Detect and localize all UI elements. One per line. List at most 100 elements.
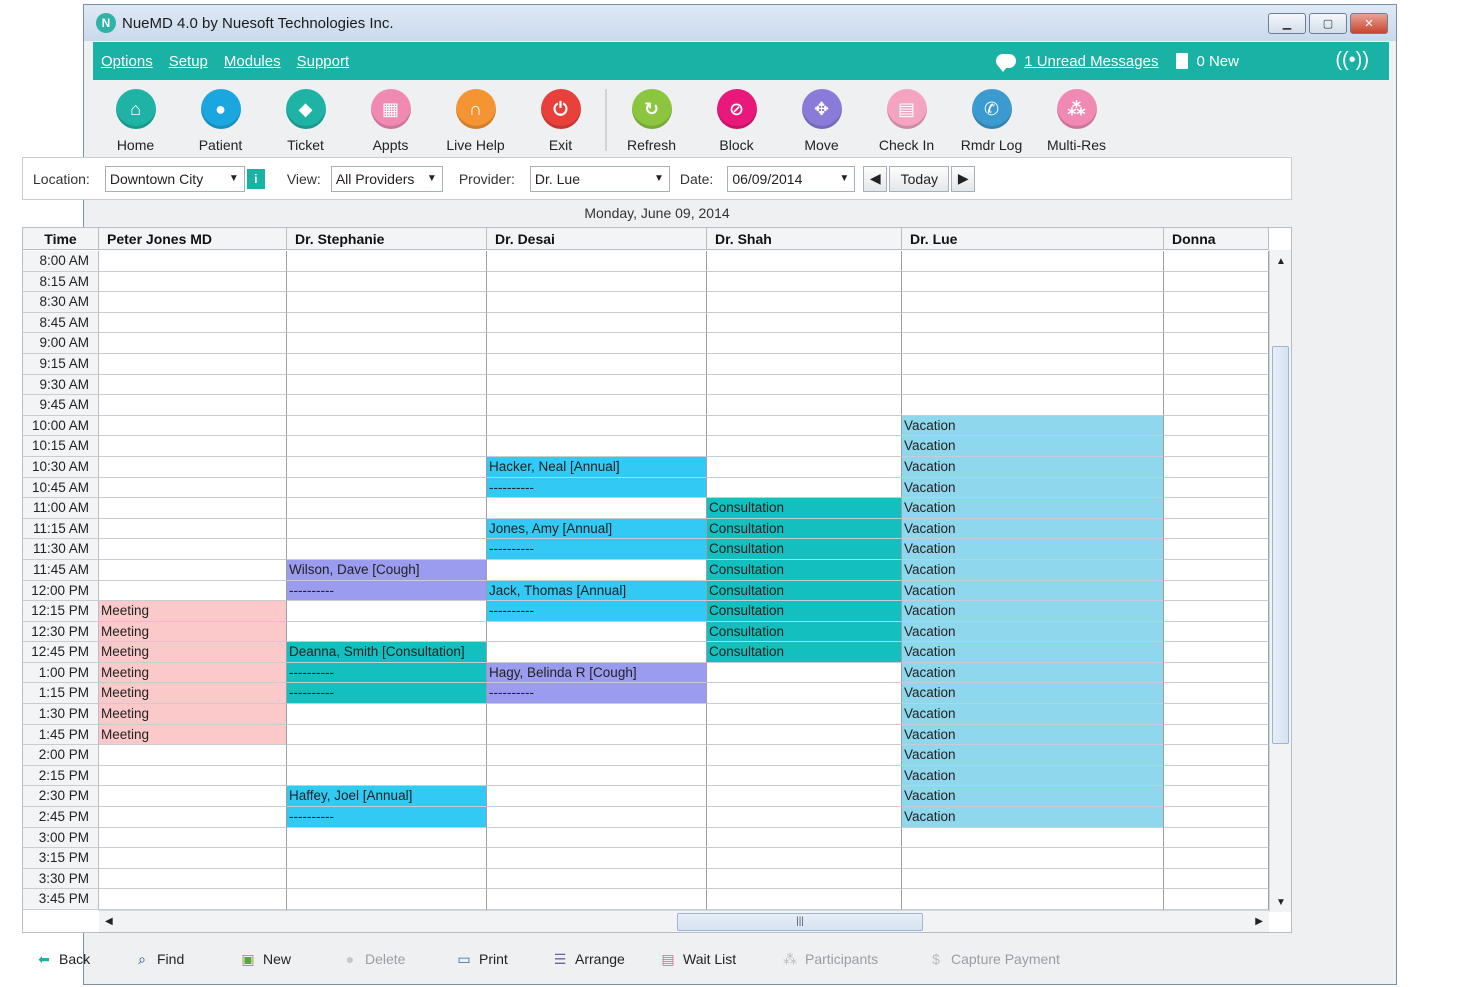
- toolbar-multi-res-button[interactable]: ⁂ Multi-Res: [1034, 81, 1119, 159]
- close-button[interactable]: ✕: [1350, 13, 1388, 34]
- empty-time-slot[interactable]: [287, 436, 487, 457]
- empty-time-slot[interactable]: [1164, 704, 1269, 725]
- new-button[interactable]: ▣ New: [240, 951, 342, 968]
- appointment-slot[interactable]: Hagy, Belinda R [Cough]: [487, 662, 707, 684]
- appointment-slot[interactable]: Meeting: [99, 683, 287, 705]
- empty-time-slot[interactable]: [902, 312, 1164, 334]
- empty-time-slot[interactable]: [487, 704, 707, 725]
- empty-time-slot[interactable]: [487, 621, 707, 643]
- empty-time-slot[interactable]: [1164, 848, 1269, 869]
- empty-time-slot[interactable]: [1164, 456, 1269, 478]
- empty-time-slot[interactable]: [707, 683, 902, 705]
- empty-time-slot[interactable]: [99, 456, 287, 478]
- empty-time-slot[interactable]: [99, 498, 287, 519]
- empty-time-slot[interactable]: [707, 662, 902, 684]
- empty-time-slot[interactable]: [487, 312, 707, 334]
- toolbar-home-button[interactable]: ⌂ Home: [93, 81, 178, 159]
- unread-messages-link[interactable]: 1 Unread Messages: [996, 53, 1158, 72]
- empty-time-slot[interactable]: [707, 333, 902, 354]
- view-select[interactable]: All Providers ▼: [330, 165, 443, 192]
- empty-time-slot[interactable]: [487, 353, 707, 375]
- empty-time-slot[interactable]: [707, 889, 902, 910]
- provider-select[interactable]: Dr. Lue ▼: [529, 165, 670, 192]
- empty-time-slot[interactable]: [1164, 312, 1269, 334]
- provider-column-header[interactable]: Dr. Shah: [707, 228, 902, 250]
- appointment-slot[interactable]: Vacation: [902, 456, 1164, 478]
- empty-time-slot[interactable]: [1164, 333, 1269, 354]
- empty-time-slot[interactable]: [487, 333, 707, 354]
- empty-time-slot[interactable]: [902, 848, 1164, 869]
- empty-time-slot[interactable]: [287, 292, 487, 313]
- empty-time-slot[interactable]: [99, 580, 287, 602]
- scroll-up-icon[interactable]: ▲: [1276, 256, 1286, 267]
- empty-time-slot[interactable]: [287, 477, 487, 499]
- empty-time-slot[interactable]: [99, 271, 287, 293]
- appointment-slot[interactable]: Jones, Amy [Annual]: [487, 518, 707, 540]
- appointment-slot[interactable]: Consultation: [707, 601, 902, 622]
- capture-payment-button[interactable]: $ Capture Payment: [928, 951, 1078, 967]
- empty-time-slot[interactable]: [1164, 621, 1269, 643]
- empty-time-slot[interactable]: [1164, 580, 1269, 602]
- empty-time-slot[interactable]: [1164, 498, 1269, 519]
- find-button[interactable]: ⌕ Find: [134, 951, 240, 968]
- arrange-button[interactable]: ☰ Arrange: [552, 951, 660, 968]
- empty-time-slot[interactable]: [1164, 559, 1269, 581]
- empty-time-slot[interactable]: [99, 353, 287, 375]
- appointment-slot[interactable]: ----------: [287, 807, 487, 828]
- horizontal-scroll-thumb[interactable]: |||: [677, 913, 923, 931]
- empty-time-slot[interactable]: [487, 292, 707, 313]
- empty-time-slot[interactable]: [287, 745, 487, 766]
- date-picker[interactable]: 06/09/2014 ▼: [727, 165, 856, 192]
- empty-time-slot[interactable]: [487, 415, 707, 437]
- appointment-slot[interactable]: Vacation: [902, 559, 1164, 581]
- appointment-slot[interactable]: Vacation: [902, 415, 1164, 437]
- empty-time-slot[interactable]: [707, 436, 902, 457]
- menu-support[interactable]: Support: [297, 53, 350, 70]
- empty-time-slot[interactable]: [99, 539, 287, 560]
- empty-time-slot[interactable]: [707, 415, 902, 437]
- empty-time-slot[interactable]: [99, 868, 287, 890]
- empty-time-slot[interactable]: [99, 251, 287, 272]
- empty-time-slot[interactable]: [287, 765, 487, 787]
- empty-time-slot[interactable]: [707, 724, 902, 746]
- appointment-slot[interactable]: Vacation: [902, 662, 1164, 684]
- appointment-slot[interactable]: Consultation: [707, 642, 902, 663]
- empty-time-slot[interactable]: [902, 889, 1164, 910]
- appointment-slot[interactable]: Meeting: [99, 704, 287, 725]
- appointment-slot[interactable]: Jack, Thomas [Annual]: [487, 580, 707, 602]
- empty-time-slot[interactable]: [487, 724, 707, 746]
- print-button[interactable]: ▭ Print: [456, 951, 552, 968]
- empty-time-slot[interactable]: [287, 518, 487, 540]
- vertical-scrollbar[interactable]: ▲ ▼: [1269, 250, 1291, 912]
- maximize-button[interactable]: ▢: [1309, 13, 1347, 34]
- empty-time-slot[interactable]: [99, 374, 287, 396]
- appointment-slot[interactable]: Wilson, Dave [Cough]: [287, 559, 487, 581]
- appointment-slot[interactable]: Vacation: [902, 601, 1164, 622]
- empty-time-slot[interactable]: [99, 848, 287, 869]
- appointment-slot[interactable]: Meeting: [99, 601, 287, 622]
- toolbar-exit-button[interactable]: ⏻ Exit: [518, 81, 603, 159]
- appointment-slot[interactable]: ----------: [487, 539, 707, 560]
- appointment-slot[interactable]: Vacation: [902, 724, 1164, 746]
- back-button[interactable]: ⬅ Back: [22, 951, 134, 968]
- appointment-slot[interactable]: Vacation: [902, 765, 1164, 787]
- empty-time-slot[interactable]: [1164, 683, 1269, 705]
- empty-time-slot[interactable]: [902, 395, 1164, 416]
- empty-time-slot[interactable]: [99, 807, 287, 828]
- appointment-slot[interactable]: Vacation: [902, 683, 1164, 705]
- appointment-slot[interactable]: Vacation: [902, 642, 1164, 663]
- empty-time-slot[interactable]: [99, 415, 287, 437]
- empty-time-slot[interactable]: [1164, 539, 1269, 560]
- empty-time-slot[interactable]: [1164, 868, 1269, 890]
- empty-time-slot[interactable]: [707, 353, 902, 375]
- empty-time-slot[interactable]: [1164, 724, 1269, 746]
- toolbar-refresh-button[interactable]: ↻ Refresh: [609, 81, 694, 159]
- empty-time-slot[interactable]: [99, 395, 287, 416]
- appointment-slot[interactable]: ----------: [487, 477, 707, 499]
- empty-time-slot[interactable]: [99, 518, 287, 540]
- empty-time-slot[interactable]: [902, 353, 1164, 375]
- empty-time-slot[interactable]: [1164, 889, 1269, 910]
- previous-day-button[interactable]: ◀: [863, 165, 888, 192]
- empty-time-slot[interactable]: [707, 456, 902, 478]
- empty-time-slot[interactable]: [1164, 642, 1269, 663]
